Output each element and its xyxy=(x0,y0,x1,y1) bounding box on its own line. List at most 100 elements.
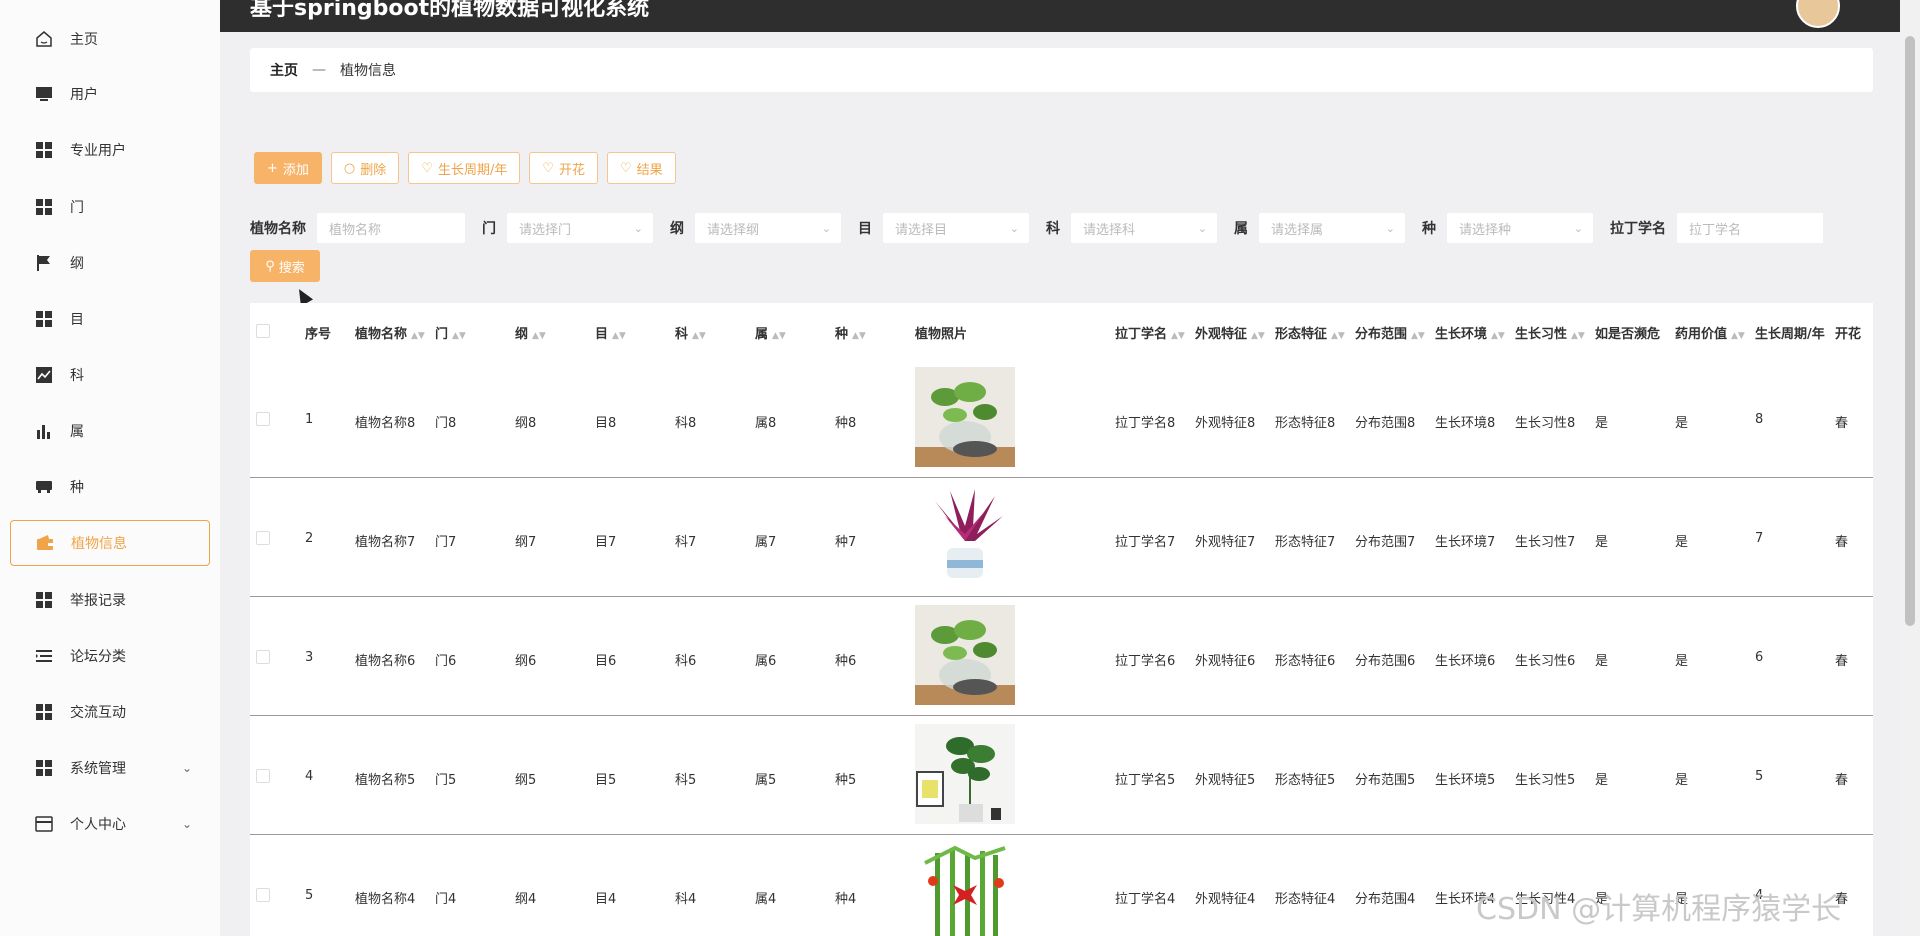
cell-ke: 科8 xyxy=(675,416,697,431)
col-medicinal[interactable]: 药用价值 ▲▼ xyxy=(1675,323,1745,342)
sidebar-item-system[interactable]: 系统管理 ⌄ xyxy=(10,745,210,791)
cell-name: 植物名称5 xyxy=(355,773,416,788)
col-gang[interactable]: 纲 ▲▼ xyxy=(515,323,546,342)
sidebar-item-men[interactable]: 门 xyxy=(10,184,210,230)
sidebar-item-profile[interactable]: 个人中心 ⌄ xyxy=(10,801,210,847)
sort-icon[interactable]: ▲▼ xyxy=(1171,331,1185,341)
table-row[interactable]: 1 植物名称8 门8 纲8 目8 科8 属8 种8 拉丁学名8 外观特征8 形态… xyxy=(250,359,1873,478)
add-button[interactable]: + 添加 xyxy=(254,152,322,184)
sort-icon[interactable]: ▲▼ xyxy=(1491,331,1505,341)
cell-flowering: 春 xyxy=(1835,416,1849,431)
sort-icon[interactable]: ▲▼ xyxy=(772,331,786,341)
fruiting-button[interactable]: ♡ 结果 xyxy=(607,152,676,184)
sort-icon[interactable]: ▲▼ xyxy=(1411,331,1425,341)
sidebar-item-home[interactable]: 主页 xyxy=(10,16,210,62)
filter-label-gang: 纲 xyxy=(670,221,684,237)
sort-icon[interactable]: ▲▼ xyxy=(852,331,866,341)
sort-icon[interactable]: ▲▼ xyxy=(1331,331,1345,341)
sidebar-item-users[interactable]: 用户 xyxy=(10,71,210,117)
table-row[interactable]: 2 植物名称7 门7 纲7 目7 科7 属7 种7 拉丁学名7 外观特征7 形态… xyxy=(250,478,1873,597)
cell-mu: 目6 xyxy=(595,654,617,669)
flowering-button[interactable]: ♡ 开花 xyxy=(529,152,598,184)
filter-label-shu: 属 xyxy=(1234,221,1248,237)
sidebar-item-zhong[interactable]: 种 xyxy=(10,464,210,510)
col-appearance[interactable]: 外观特征 ▲▼ xyxy=(1195,323,1265,342)
cell-gang: 纲8 xyxy=(515,416,537,431)
gang-select[interactable]: 请选择纲 ⌄ xyxy=(694,212,842,244)
sort-icon[interactable]: ▲▼ xyxy=(411,331,425,341)
row-checkbox[interactable] xyxy=(256,531,270,545)
col-latin[interactable]: 拉丁学名 ▲▼ xyxy=(1115,323,1185,342)
cell-zhong: 种5 xyxy=(835,773,857,788)
search-button[interactable]: ⚲ 搜索 xyxy=(250,250,320,282)
wallet-icon xyxy=(35,533,55,553)
cell-flowering: 春 xyxy=(1835,773,1849,788)
plant-photo-lucky-bamboo[interactable] xyxy=(915,843,1015,936)
breadcrumb-home[interactable]: 主页 xyxy=(270,60,298,80)
sidebar-item-forum-category[interactable]: 论坛分类 xyxy=(10,633,210,679)
col-environment[interactable]: 生长环境 ▲▼ xyxy=(1435,323,1505,342)
row-checkbox[interactable] xyxy=(256,412,270,426)
cell-morphology: 形态特征5 xyxy=(1275,773,1336,788)
sidebar-item-pro-users[interactable]: 专业用户 xyxy=(10,127,210,173)
row-checkbox[interactable] xyxy=(256,769,270,783)
cell-endangered: 是 xyxy=(1595,773,1609,788)
sidebar-item-reports[interactable]: 举报记录 xyxy=(10,577,210,623)
table-row[interactable]: 3 植物名称6 门6 纲6 目6 科6 属6 种6 拉丁学名6 外观特征6 形态… xyxy=(250,597,1873,716)
name-input[interactable]: 植物名称 xyxy=(316,212,466,244)
ke-select[interactable]: 请选择科 ⌄ xyxy=(1070,212,1218,244)
sidebar-item-plant-info[interactable]: 植物信息 xyxy=(10,520,210,566)
filter-label-name: 植物名称 xyxy=(250,221,306,237)
delete-button[interactable]: ○ 删除 xyxy=(330,152,400,184)
row-checkbox[interactable] xyxy=(256,650,270,664)
col-name[interactable]: 植物名称 ▲▼ xyxy=(355,323,425,342)
sort-icon[interactable]: ▲▼ xyxy=(612,331,626,341)
sidebar-item-label: 属 xyxy=(70,424,84,440)
search-icon: ⚲ xyxy=(265,258,275,274)
inbox-icon xyxy=(34,477,54,497)
growth-cycle-button[interactable]: ♡ 生长周期/年 xyxy=(408,152,521,184)
mu-select[interactable]: 请选择目 ⌄ xyxy=(882,212,1030,244)
cell-shu: 属8 xyxy=(755,416,777,431)
shu-select[interactable]: 请选择属 ⌄ xyxy=(1258,212,1406,244)
sort-icon[interactable]: ▲▼ xyxy=(532,331,546,341)
scrollbar-thumb[interactable] xyxy=(1905,36,1915,626)
sidebar-item-gang[interactable]: 纲 xyxy=(10,240,210,286)
table-row[interactable]: 4 植物名称5 门5 纲5 目5 科5 属5 种5 拉丁学名5 外观特征5 形态… xyxy=(250,716,1873,835)
sidebar-item-interaction[interactable]: 交流互动 xyxy=(10,689,210,735)
zhong-select[interactable]: 请选择种 ⌄ xyxy=(1446,212,1594,244)
col-ke[interactable]: 科 ▲▼ xyxy=(675,323,706,342)
plant-photo-purple[interactable] xyxy=(915,486,1015,586)
grid-icon xyxy=(34,590,54,610)
sidebar-item-ke[interactable]: 科 xyxy=(10,352,210,398)
plant-photo-monstera[interactable] xyxy=(915,724,1015,824)
col-men[interactable]: 门 ▲▼ xyxy=(435,323,466,342)
sidebar-item-mu[interactable]: 目 xyxy=(10,296,210,342)
men-select[interactable]: 请选择门 ⌄ xyxy=(506,212,654,244)
bar-chart-icon xyxy=(34,421,54,441)
select-all-checkbox[interactable] xyxy=(256,324,270,338)
avatar[interactable] xyxy=(1796,0,1840,28)
col-shu[interactable]: 属 ▲▼ xyxy=(755,323,786,342)
col-distribution[interactable]: 分布范围 ▲▼ xyxy=(1355,323,1425,342)
col-zhong[interactable]: 种 ▲▼ xyxy=(835,323,866,342)
sort-icon[interactable]: ▲▼ xyxy=(1571,331,1585,341)
sort-icon[interactable]: ▲▼ xyxy=(1731,331,1745,341)
latin-input[interactable]: 拉丁学名 xyxy=(1676,212,1824,244)
sort-icon[interactable]: ▲▼ xyxy=(1251,331,1265,341)
cell-index: 2 xyxy=(305,531,314,546)
sort-icon[interactable]: ▲▼ xyxy=(452,331,466,341)
col-mu[interactable]: 目 ▲▼ xyxy=(595,323,626,342)
sidebar-item-shu[interactable]: 属 xyxy=(10,408,210,454)
page-scrollbar[interactable] xyxy=(1900,0,1920,936)
col-morphology[interactable]: 形态特征 ▲▼ xyxy=(1275,323,1345,342)
plant-photo-pothos[interactable] xyxy=(915,605,1015,705)
plant-photo-pothos[interactable] xyxy=(915,367,1015,467)
shu-select-placeholder: 请选择属 xyxy=(1271,222,1324,238)
cell-latin: 拉丁学名6 xyxy=(1115,654,1176,669)
sort-icon[interactable]: ▲▼ xyxy=(692,331,706,341)
row-checkbox[interactable] xyxy=(256,888,270,902)
col-habit[interactable]: 生长习性 ▲▼ xyxy=(1515,323,1585,342)
cell-ke: 科4 xyxy=(675,892,697,907)
cell-flowering: 春 xyxy=(1835,654,1849,669)
